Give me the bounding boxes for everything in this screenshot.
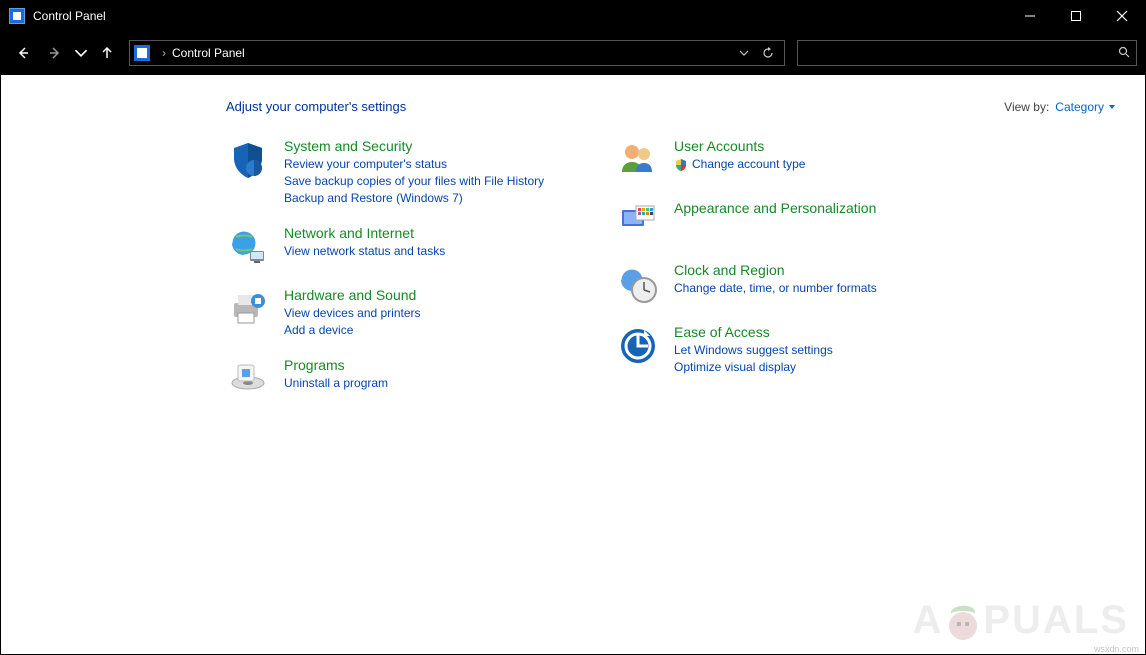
category-title[interactable]: Ease of Access (674, 324, 833, 340)
link-add-device[interactable]: Add a device (284, 322, 421, 339)
category-system-security: System and Security Review your computer… (226, 138, 556, 207)
ease-of-access-icon (616, 324, 660, 368)
view-by: View by: Category (1004, 100, 1116, 114)
view-by-label: View by: (1004, 100, 1049, 114)
link-devices-printers[interactable]: View devices and printers (284, 305, 421, 322)
shield-icon (226, 138, 270, 182)
control-panel-window: Control Panel › Co (0, 0, 1146, 655)
page-title: Adjust your computer's settings (226, 99, 406, 114)
link-network-status[interactable]: View network status and tasks (284, 243, 445, 260)
users-icon (616, 138, 660, 182)
category-network: Network and Internet View network status… (226, 225, 556, 269)
printer-icon (226, 287, 270, 331)
minimize-button[interactable] (1007, 1, 1053, 31)
link-review-status[interactable]: Review your computer's status (284, 156, 544, 173)
recent-locations-button[interactable] (73, 39, 89, 67)
search-icon (1118, 46, 1130, 61)
link-file-history[interactable]: Save backup copies of your files with Fi… (284, 173, 544, 190)
back-button[interactable] (9, 39, 37, 67)
uac-shield-icon (674, 158, 688, 172)
content-area: Adjust your computer's settings View by:… (1, 75, 1145, 654)
globe-icon (226, 225, 270, 269)
breadcrumb-separator-icon: › (162, 46, 166, 60)
view-by-dropdown[interactable]: Category (1055, 100, 1116, 114)
category-user-accounts: User Accounts Change account type (616, 138, 946, 182)
close-button[interactable] (1099, 1, 1145, 31)
watermark-mascot-icon (941, 596, 985, 644)
category-title[interactable]: User Accounts (674, 138, 805, 154)
category-title[interactable]: Hardware and Sound (284, 287, 421, 303)
category-title[interactable]: Clock and Region (674, 262, 877, 278)
breadcrumb-root[interactable]: Control Panel (172, 46, 245, 60)
category-title[interactable]: Network and Internet (284, 225, 445, 241)
toolbar: › Control Panel (1, 31, 1145, 75)
category-title[interactable]: System and Security (284, 138, 544, 154)
watermark: A PUALS (913, 596, 1129, 644)
link-backup-restore[interactable]: Backup and Restore (Windows 7) (284, 190, 544, 207)
link-optimize-display[interactable]: Optimize visual display (674, 359, 833, 376)
clock-icon (616, 262, 660, 306)
appearance-icon (616, 200, 660, 244)
link-uninstall-program[interactable]: Uninstall a program (284, 375, 388, 392)
control-panel-icon (9, 8, 25, 24)
category-ease: Ease of Access Let Windows suggest setti… (616, 324, 946, 376)
forward-button[interactable] (41, 39, 69, 67)
control-panel-icon (134, 45, 150, 61)
link-change-account-type[interactable]: Change account type (692, 156, 805, 173)
category-clock: Clock and Region Change date, time, or n… (616, 262, 946, 306)
maximize-button[interactable] (1053, 1, 1099, 31)
link-suggest-settings[interactable]: Let Windows suggest settings (674, 342, 833, 359)
search-input[interactable] (797, 40, 1137, 66)
link-date-time-formats[interactable]: Change date, time, or number formats (674, 280, 877, 297)
category-title[interactable]: Appearance and Personalization (674, 200, 876, 216)
category-title[interactable]: Programs (284, 357, 388, 373)
refresh-button[interactable] (756, 47, 780, 59)
programs-icon (226, 357, 270, 401)
address-bar[interactable]: › Control Panel (129, 40, 785, 66)
chevron-down-icon (1108, 103, 1116, 111)
category-appearance: Appearance and Personalization (616, 200, 946, 244)
up-button[interactable] (93, 39, 121, 67)
address-history-button[interactable] (732, 48, 756, 58)
category-hardware: Hardware and Sound View devices and prin… (226, 287, 556, 339)
source-label: wsxdn.com (1094, 644, 1139, 654)
titlebar: Control Panel (1, 1, 1145, 31)
category-programs: Programs Uninstall a program (226, 357, 556, 401)
window-title: Control Panel (33, 9, 106, 23)
